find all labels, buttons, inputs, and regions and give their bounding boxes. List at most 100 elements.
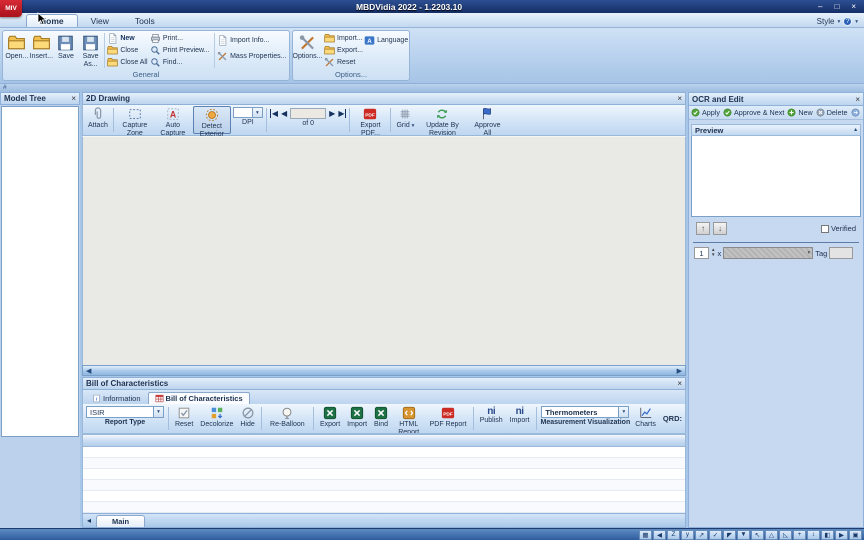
preview-area[interactable] <box>691 136 861 217</box>
dpi-combobox[interactable]: ▾ <box>233 107 263 118</box>
capture-zone-button[interactable]: Capture Zone <box>117 106 153 134</box>
export-pdf-button[interactable]: Export PDF... <box>353 106 387 134</box>
taskbar-icon[interactable]: ◺ <box>779 530 792 540</box>
style-menu[interactable]: Style <box>817 17 835 26</box>
last-page-icon[interactable]: ▶ <box>338 109 346 118</box>
taskbar-icon[interactable]: ↖ <box>751 530 764 540</box>
count-spinner-buttons[interactable]: ▲▼ <box>711 248 715 258</box>
insert-button[interactable]: Insert... <box>30 32 54 69</box>
first-page-icon[interactable]: ◀ <box>270 109 278 118</box>
tab-information[interactable]: Information <box>86 393 147 404</box>
move-up-button[interactable]: ↑ <box>696 222 710 235</box>
boc-export-button[interactable]: Export <box>318 405 342 432</box>
taskbar-icon[interactable]: ▣ <box>849 530 862 540</box>
boc-close-icon[interactable]: × <box>677 379 682 388</box>
help-icon[interactable]: ? <box>843 17 852 26</box>
drawing-canvas[interactable] <box>82 136 686 365</box>
approve-next-button[interactable]: Approve & Next <box>723 108 784 117</box>
options-export-button[interactable]: Export... <box>324 45 363 56</box>
previous-page-icon[interactable]: ◀ <box>281 109 287 118</box>
boc-import-button[interactable]: Import <box>345 405 369 432</box>
open-button[interactable]: Open... <box>5 32 29 69</box>
taskbar-icon[interactable]: ✓ <box>709 530 722 540</box>
bind-button[interactable]: Bind <box>372 405 390 432</box>
taskbar-icon[interactable]: ◀ <box>653 530 666 540</box>
close-button[interactable]: × <box>851 2 856 11</box>
report-type-combobox[interactable]: ISIR▾ <box>86 406 164 418</box>
ocr-delete-button[interactable]: Delete <box>816 108 848 117</box>
pdf-report-button[interactable]: PDF Report <box>427 405 468 432</box>
model-tree-close-icon[interactable]: × <box>71 94 76 103</box>
apply-button[interactable]: Apply <box>691 108 720 117</box>
preview-section-header[interactable]: Preview ▴ <box>691 124 861 136</box>
hide-button[interactable]: Hide <box>238 405 256 432</box>
taskbar-icon[interactable]: ▼ <box>737 530 750 540</box>
sheet-tab-main[interactable]: Main <box>96 515 145 527</box>
taskbar-icon[interactable]: ◧ <box>821 530 834 540</box>
options-reset-button[interactable]: Reset <box>324 57 363 68</box>
taskbar-icon[interactable]: ↗ <box>695 530 708 540</box>
count-spinner-value[interactable]: 1 <box>694 247 709 259</box>
taskbar-icon[interactable]: ◤ <box>723 530 736 540</box>
boc-table[interactable] <box>82 447 686 513</box>
save-as-button[interactable]: Save As... <box>79 32 103 69</box>
reballoon-button[interactable]: Re-Balloon <box>266 405 309 432</box>
attach-button[interactable]: Attach <box>86 106 110 134</box>
publish-button[interactable]: niPublish <box>478 405 505 432</box>
approve-all-button[interactable]: Approve All <box>468 106 506 134</box>
visualization-caret-icon[interactable]: ▾ <box>618 407 628 417</box>
ocr-new-button[interactable]: New <box>787 108 812 117</box>
taskbar-icon[interactable]: △ <box>765 530 778 540</box>
ocr-close-icon[interactable]: × <box>855 95 860 104</box>
table-row[interactable] <box>83 480 685 491</box>
tab-view[interactable]: View <box>78 15 122 27</box>
move-down-button[interactable]: ↓ <box>713 222 727 235</box>
reset-button[interactable]: Reset <box>173 405 195 432</box>
find-button[interactable]: Find... <box>150 57 212 68</box>
model-tree-list[interactable] <box>1 106 79 437</box>
taskbar-icon[interactable]: y <box>681 530 694 540</box>
tab-tools[interactable]: Tools <box>122 15 168 27</box>
visualization-combobox[interactable]: Thermometers▾ <box>541 406 629 418</box>
sheet-scroll-left-icon[interactable]: ◂ <box>87 516 91 527</box>
update-by-revision-button[interactable]: Update By Revision <box>418 106 466 134</box>
report-type-caret-icon[interactable]: ▾ <box>153 407 163 417</box>
options-button[interactable]: Options... <box>295 32 320 69</box>
drawing-horizontal-scrollbar[interactable]: ◀ ▶ <box>82 365 686 376</box>
grid-caret-icon[interactable]: ▾ <box>412 123 415 129</box>
minimize-button[interactable]: – <box>818 2 822 11</box>
options-import-button[interactable]: Import... <box>324 33 363 44</box>
tag-input[interactable] <box>829 247 853 259</box>
ocr-prev-button[interactable] <box>851 108 860 117</box>
tab-home[interactable]: Home <box>26 14 78 27</box>
table-row[interactable] <box>83 502 685 513</box>
scroll-left-icon[interactable]: ◀ <box>86 367 91 375</box>
maximize-button[interactable]: □ <box>834 2 839 11</box>
charts-button[interactable]: Charts <box>633 405 658 432</box>
taskbar-icon[interactable]: ↕ <box>807 530 820 540</box>
print-preview-button[interactable]: Print Preview... <box>150 45 212 56</box>
table-row[interactable] <box>83 447 685 458</box>
auto-capture-button[interactable]: Auto Capture <box>155 106 191 134</box>
new-button[interactable]: New <box>107 33 149 44</box>
table-row[interactable] <box>83 469 685 480</box>
close-all-button[interactable]: Close All <box>107 57 149 68</box>
taskbar-icon[interactable]: ▦ <box>639 530 652 540</box>
table-row[interactable] <box>83 458 685 469</box>
app-logo[interactable]: MIV <box>0 0 22 17</box>
taskbar-icon[interactable]: + <box>793 530 806 540</box>
taskbar-icon[interactable]: ▶ <box>835 530 848 540</box>
preview-collapse-icon[interactable]: ▴ <box>854 127 857 133</box>
page-number-input[interactable] <box>290 108 326 119</box>
html-report-button[interactable]: HTML Report <box>393 405 424 432</box>
import-info-button[interactable]: Import Info... <box>217 35 287 46</box>
table-row[interactable] <box>83 491 685 502</box>
spin-down-icon[interactable]: ▼ <box>711 253 715 258</box>
scroll-right-icon[interactable]: ▶ <box>677 367 682 375</box>
verified-checkbox[interactable] <box>821 225 829 233</box>
save-button[interactable]: Save <box>54 32 78 69</box>
close-doc-button[interactable]: Close <box>107 45 149 56</box>
ni-import-button[interactable]: niImport <box>508 405 532 432</box>
tab-bill-of-characteristics[interactable]: Bill of Characteristics <box>148 392 250 404</box>
decolorize-button[interactable]: Decolorize <box>198 405 235 432</box>
